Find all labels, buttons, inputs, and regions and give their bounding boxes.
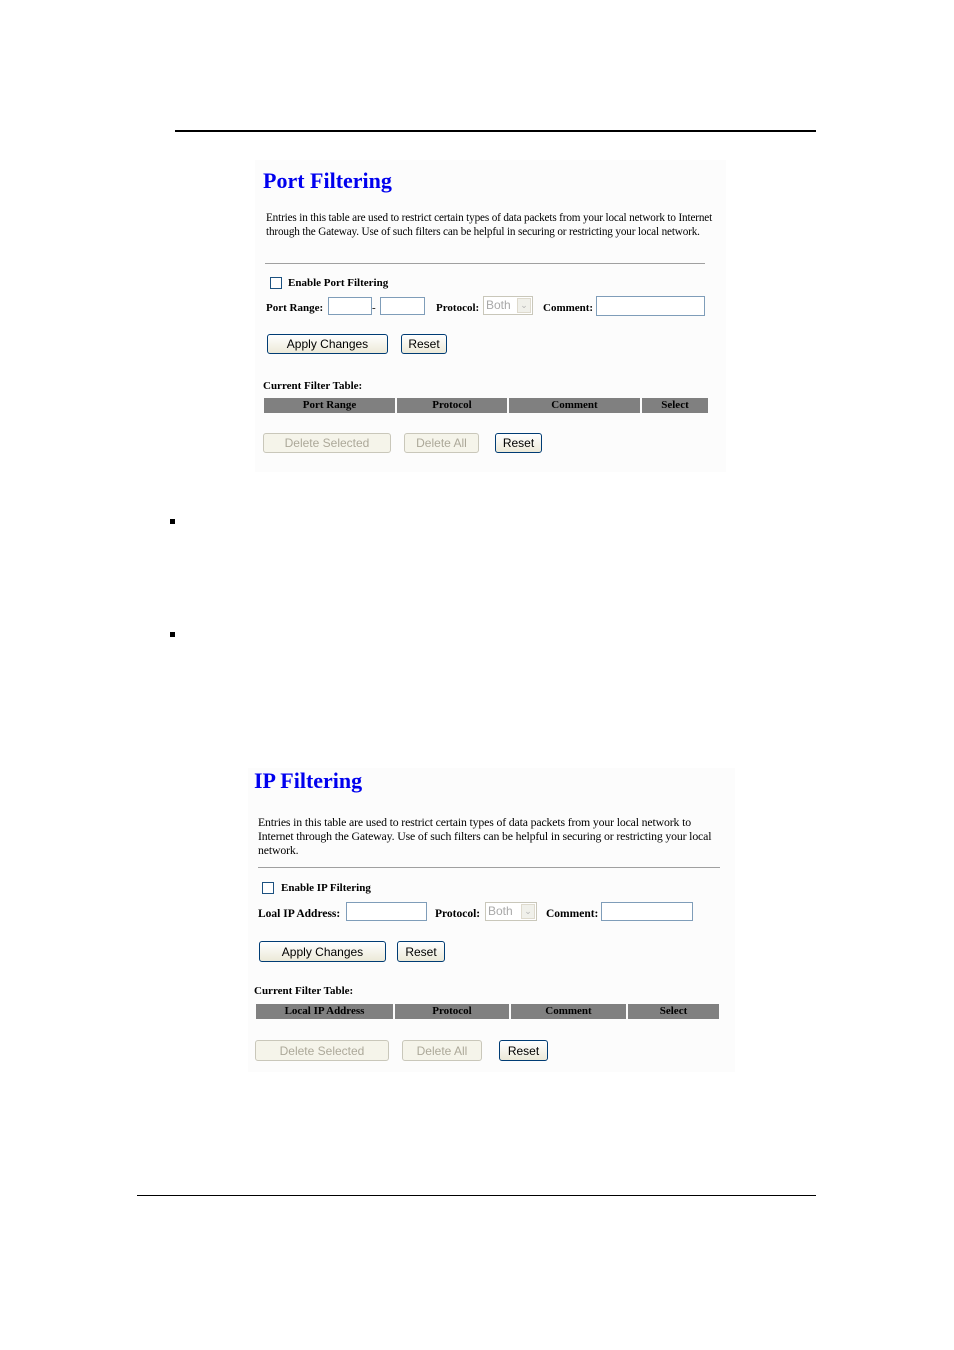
column-header-select: Select [628, 1004, 719, 1019]
header-rule [175, 130, 816, 132]
protocol-selected-value: Both [488, 904, 513, 918]
column-header-port-range: Port Range [264, 398, 395, 413]
delete-all-button[interactable]: Delete All [402, 1040, 482, 1061]
description: Entries in this table are used to restri… [258, 815, 712, 857]
chevron-down-icon: ⌄ [521, 904, 535, 919]
table-reset-button[interactable]: Reset [495, 433, 542, 453]
enable-ip-filtering-checkbox[interactable] [262, 882, 274, 894]
divider [258, 867, 720, 868]
comment-input[interactable] [601, 902, 693, 921]
chevron-down-icon: ⌄ [517, 298, 531, 313]
description: Entries in this table are used to restri… [266, 212, 713, 238]
column-header-comment: Comment [511, 1004, 626, 1019]
column-header-protocol: Protocol [395, 1004, 509, 1019]
table-reset-button[interactable]: Reset [499, 1040, 548, 1061]
delete-all-button[interactable]: Delete All [404, 433, 479, 453]
apply-changes-button[interactable]: Apply Changes [259, 941, 386, 962]
protocol-select[interactable]: Both ⌄ [485, 902, 537, 921]
local-ip-input[interactable] [346, 902, 427, 921]
footer-rule [137, 1195, 816, 1196]
table-title: Current Filter Table: [263, 380, 363, 392]
comment-label: Comment: [546, 908, 599, 920]
protocol-select[interactable]: Both ⌄ [483, 296, 533, 315]
port-range-label: Port Range: [266, 302, 324, 314]
port-filtering-panel: Port Filtering Entries in this table are… [255, 160, 726, 472]
protocol-selected-value: Both [486, 298, 511, 312]
protocol-label: Protocol: [436, 302, 480, 314]
enable-port-filtering-checkbox[interactable] [270, 277, 282, 289]
enable-ip-filtering-label: Enable IP Filtering [281, 882, 371, 894]
comment-label: Comment: [543, 302, 594, 314]
column-header-select: Select [642, 398, 708, 413]
table-title: Current Filter Table: [254, 985, 354, 997]
port-to-input[interactable] [380, 297, 425, 315]
bullet-marker [170, 632, 175, 637]
filter-table-header: Port Range Protocol Comment Select [264, 398, 708, 413]
comment-input[interactable] [596, 296, 705, 316]
protocol-label: Protocol: [435, 908, 481, 920]
page-title: IP Filtering [254, 768, 363, 793]
filter-table-header: Local IP Address Protocol Comment Select [256, 1004, 719, 1019]
port-from-input[interactable] [328, 297, 372, 315]
bullet-marker [170, 519, 175, 524]
page-title: Port Filtering [263, 168, 392, 193]
divider [265, 263, 705, 264]
enable-port-filtering-label: Enable Port Filtering [288, 277, 389, 289]
column-header-local-ip: Local IP Address [256, 1004, 393, 1019]
delete-selected-button[interactable]: Delete Selected [255, 1040, 389, 1061]
reset-button[interactable]: Reset [401, 334, 447, 354]
column-header-comment: Comment [509, 398, 640, 413]
apply-changes-button[interactable]: Apply Changes [267, 334, 388, 354]
ip-filtering-panel: IP Filtering Entries in this table are u… [248, 768, 735, 1072]
local-ip-label: Loal IP Address: [258, 908, 341, 920]
delete-selected-button[interactable]: Delete Selected [263, 433, 391, 453]
range-separator: - [372, 302, 376, 314]
reset-button[interactable]: Reset [397, 941, 445, 962]
column-header-protocol: Protocol [397, 398, 507, 413]
